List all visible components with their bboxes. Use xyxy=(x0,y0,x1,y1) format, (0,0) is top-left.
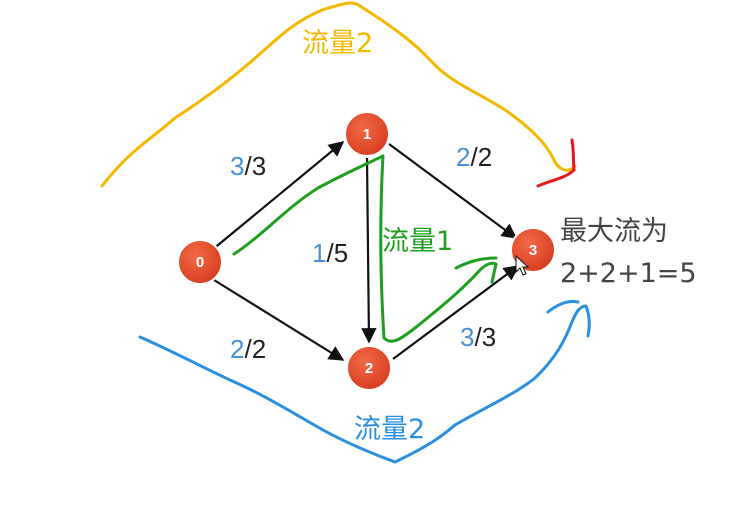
edge-2-3-label: 3/3 xyxy=(460,322,496,352)
node-1-label: 1 xyxy=(363,126,371,143)
result-title: 最大流为 xyxy=(560,216,668,247)
path-middle-stroke xyxy=(232,154,498,343)
node-0-label: 0 xyxy=(196,254,204,271)
edge-2-3 xyxy=(392,265,520,360)
edge-0-1-label: 3/3 xyxy=(230,151,266,181)
edge-1-3 xyxy=(388,143,518,239)
flow-network-diagram: 0 1 2 3 3/3 2/2 1/5 2/2 3/3 流量2 流量1 流量2 … xyxy=(0,0,740,516)
edge-1-2-label: 1/5 xyxy=(312,238,348,268)
edge-1-2 xyxy=(361,157,377,344)
edge-1-3-label: 2/2 xyxy=(456,142,492,172)
diagram-canvas: 0 1 2 3 3/3 2/2 1/5 2/2 3/3 流量2 流量1 流量2 … xyxy=(100,1,697,464)
result-formula: 2+2+1=5 xyxy=(560,258,697,289)
node-2-label: 2 xyxy=(365,360,373,377)
path-bottom-hook xyxy=(546,300,580,314)
node-3-label: 3 xyxy=(529,242,537,259)
node-2: 2 xyxy=(346,345,392,391)
path-middle-label: 流量1 xyxy=(382,226,453,257)
node-0: 0 xyxy=(177,239,223,285)
path-bottom-label: 流量2 xyxy=(354,414,425,445)
node-1: 1 xyxy=(344,111,390,157)
edge-0-2-label: 2/2 xyxy=(230,334,266,364)
path-top-label: 流量2 xyxy=(302,28,373,59)
